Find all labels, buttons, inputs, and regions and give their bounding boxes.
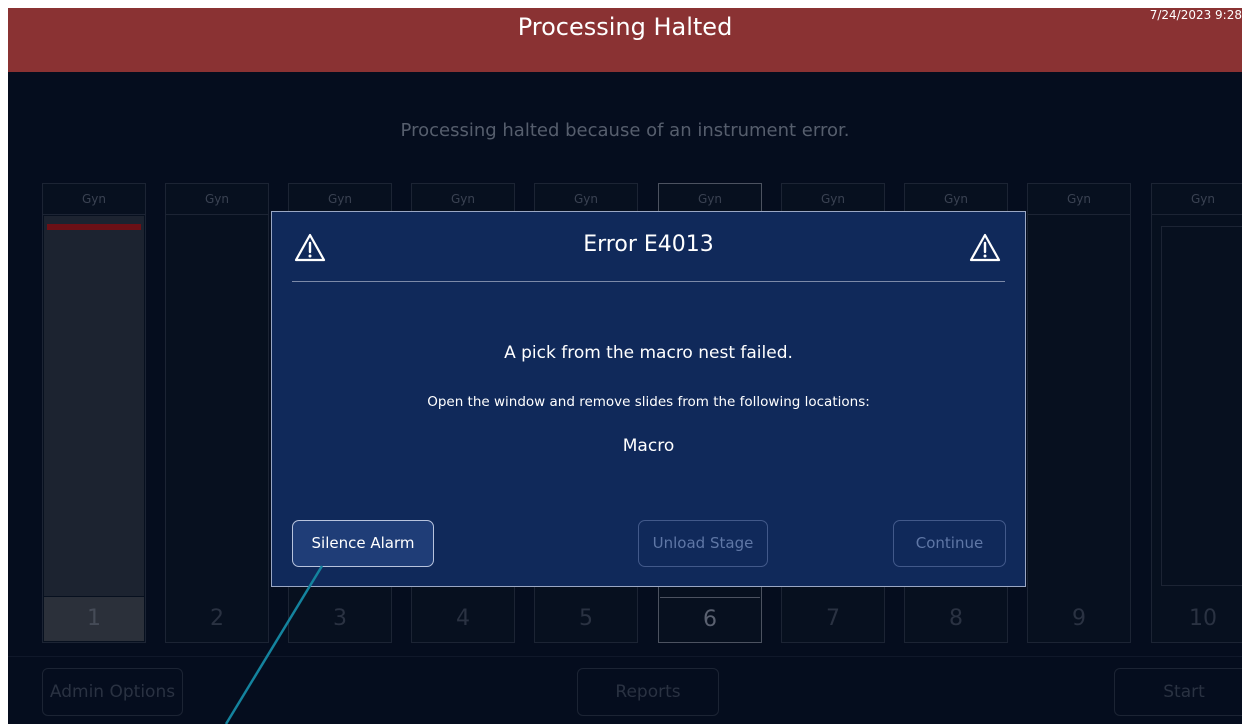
error-headline: A pick from the macro nest failed. <box>504 343 793 363</box>
column-label: Gyn <box>43 184 145 215</box>
column-number: 10 <box>1189 606 1217 631</box>
warning-icon <box>969 233 1001 262</box>
dialog-title: Error E4013 <box>583 232 714 257</box>
continue-button[interactable]: Continue <box>893 520 1006 567</box>
error-location: Macro <box>622 436 675 456</box>
column-number: 2 <box>210 606 224 631</box>
column-label: Gyn <box>166 184 268 215</box>
page-title: Processing Halted <box>517 13 733 41</box>
column-body <box>1029 216 1129 596</box>
column-number: 8 <box>949 606 963 631</box>
error-dialog: Error E4013 A pick from the macro nest f… <box>271 211 1026 587</box>
clock-display: 7/24/2023 9:28 <box>1149 8 1242 22</box>
column-body <box>1153 216 1242 596</box>
column-number: 7 <box>826 606 840 631</box>
batch-column-2[interactable]: Gyn 2 <box>165 183 269 643</box>
batch-column-9[interactable]: Gyn 9 <box>1027 183 1131 643</box>
status-header: Processing Halted 7/24/2023 9:28 <box>8 8 1242 72</box>
column-label: Gyn <box>1152 184 1242 215</box>
column-number: 1 <box>44 597 144 641</box>
column-body <box>44 216 144 596</box>
column-number: 4 <box>456 606 470 631</box>
unload-stage-button[interactable]: Unload Stage <box>638 520 768 567</box>
column-label: Gyn <box>1028 184 1130 215</box>
footer-divider <box>8 656 1242 657</box>
start-button[interactable]: Start <box>1114 668 1242 716</box>
column-body <box>167 216 267 596</box>
dialog-divider <box>292 281 1005 282</box>
progress-bar <box>47 224 141 230</box>
column-number: 9 <box>1072 606 1086 631</box>
reports-button[interactable]: Reports <box>577 668 719 716</box>
column-number: 6 <box>660 597 760 641</box>
column-number: 3 <box>333 606 347 631</box>
batch-column-1[interactable]: Gyn 1 <box>42 183 146 643</box>
admin-options-button[interactable]: Admin Options <box>42 668 183 716</box>
slot-frame <box>1161 226 1242 586</box>
instrument-screen: Processing Halted 7/24/2023 9:28 Process… <box>8 8 1242 724</box>
halt-message: Processing halted because of an instrume… <box>400 120 850 141</box>
column-number: 5 <box>579 606 593 631</box>
batch-column-10[interactable]: Gyn 10 <box>1151 183 1242 643</box>
silence-alarm-button[interactable]: Silence Alarm <box>292 520 434 567</box>
error-instructions: Open the window and remove slides from t… <box>427 394 870 410</box>
